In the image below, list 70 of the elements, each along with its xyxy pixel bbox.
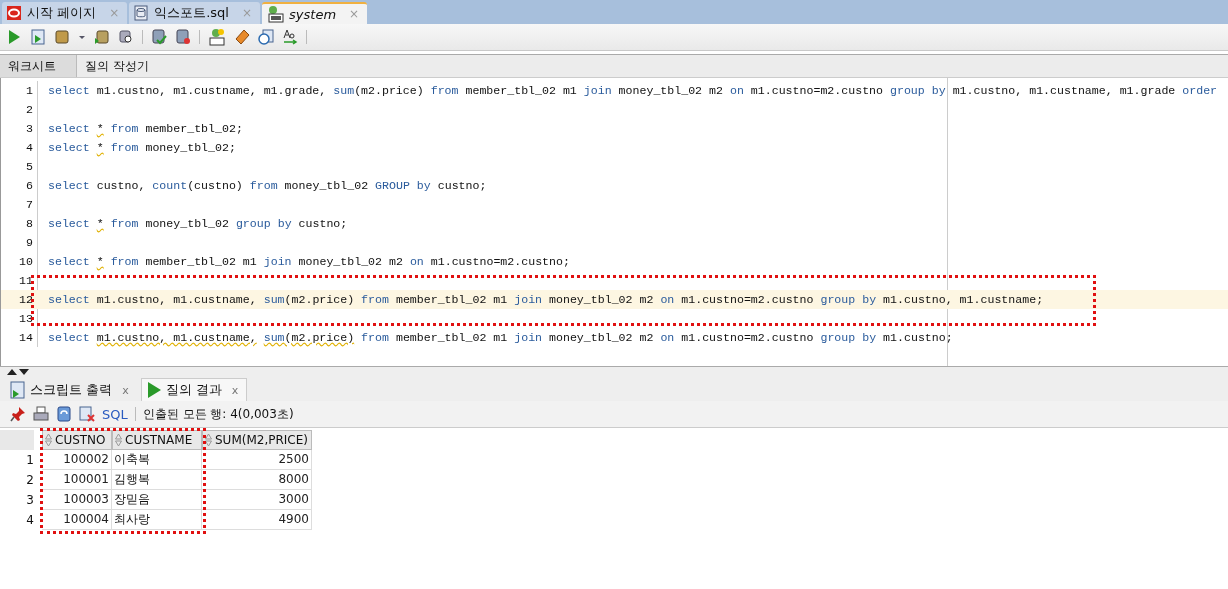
column-header[interactable]: CUSTNAME <box>112 430 202 450</box>
code-line: select * from money_tbl_02; <box>46 141 236 154</box>
table-cell: 100002 <box>42 450 112 470</box>
table-cell: 4900 <box>202 510 312 530</box>
code-line: select * from member_tbl_02; <box>46 122 243 135</box>
file-tab[interactable]: 익스포트.sql × <box>129 2 261 24</box>
row-number: 2 <box>25 472 34 489</box>
sort-icon <box>115 433 122 447</box>
code-line: select m1.custno, m1.custname, m1.grade, sum(m2.price) from member_tbl_02 m1 join money_tbl_02 m2 on m1.custno=m2.custno group by m1.custno, m1.custname, m1.grade order <box>46 84 1218 97</box>
line-number: 2 <box>25 103 33 116</box>
pin-icon[interactable] <box>10 406 26 422</box>
clock-icon[interactable] <box>258 29 274 45</box>
delete-icon[interactable] <box>79 406 95 422</box>
worksheet-tab[interactable]: 질의 작성기 <box>77 55 169 77</box>
column-header[interactable]: CUSTNO <box>42 430 112 450</box>
line-number: 9 <box>25 236 33 249</box>
run-icon <box>145 381 162 399</box>
row-number: 1 <box>25 452 34 469</box>
code-line: select * from money_tbl_02 group by custno; <box>46 217 348 230</box>
fetch-status: 인출된 모든 행: 4(0,003초) <box>142 405 294 423</box>
close-icon[interactable]: x <box>122 383 129 397</box>
font-case-icon[interactable] <box>282 29 298 45</box>
table-cell: 3000 <box>202 490 312 510</box>
table-cell: 100004 <box>42 510 112 530</box>
file-tab[interactable]: system × <box>262 2 368 24</box>
line-number: 14 <box>18 331 33 344</box>
close-icon[interactable]: x <box>231 383 239 397</box>
table-cell: 최사랑 <box>112 510 202 530</box>
line-number: 10 <box>18 255 33 268</box>
table-cell: 장믿음 <box>112 490 202 510</box>
sql-database-icon <box>266 5 285 23</box>
sql-icon[interactable] <box>208 28 226 46</box>
table-cell: 김행복 <box>112 470 202 490</box>
line-number: 6 <box>25 179 33 192</box>
run-script-icon[interactable] <box>30 29 46 45</box>
sort-icon <box>205 433 212 447</box>
row-number: 4 <box>25 512 34 529</box>
result-tab[interactable]: 질의 결과 x <box>140 378 248 401</box>
line-number: 12 <box>18 293 33 306</box>
line-number: 8 <box>25 217 33 230</box>
table-cell: 8000 <box>202 470 312 490</box>
run-icon[interactable] <box>6 29 22 45</box>
script-icon <box>10 381 26 399</box>
printer-icon[interactable] <box>33 406 49 422</box>
code-line: select m1.custno, m1.custname, sum(m2.price) from member_tbl_02 m1 join money_tbl_02 m2 on m1.custno=m2.custno group by m1.custno; <box>46 331 953 344</box>
worksheet-tab[interactable]: 워크시트 <box>0 55 77 77</box>
row-number: 3 <box>25 492 34 509</box>
search-icon[interactable] <box>118 29 134 45</box>
line-number: 3 <box>25 122 33 135</box>
line-number: 11 <box>18 274 33 287</box>
eraser-icon[interactable] <box>234 29 250 45</box>
code-line: select m1.custno, m1.custname, sum(m2.price) from member_tbl_02 m1 join money_tbl_02 m2 on m1.custno=m2.custno group by m1.custno, m1.custname; <box>46 293 1044 306</box>
line-number: 7 <box>25 198 33 211</box>
table-cell: 2500 <box>202 450 312 470</box>
commit-icon[interactable] <box>151 29 167 45</box>
column-header[interactable]: SUM(M2,PRICE) <box>202 430 312 450</box>
code-line: select * from member_tbl_02 m1 join money_tbl_02 m2 on m1.custno=m2.custno; <box>46 255 570 268</box>
splitter-arrows-icon[interactable] <box>6 368 30 376</box>
file-tab[interactable]: 시작 페이지 × <box>2 2 128 24</box>
result-tab[interactable]: 스크립트 출력 x <box>6 379 137 401</box>
line-number: 4 <box>25 141 33 154</box>
table-cell: 100001 <box>42 470 112 490</box>
sql-link[interactable]: SQL <box>102 406 128 422</box>
sort-icon <box>45 433 52 447</box>
code-line: select custno, count(custno) from money_tbl_02 GROUP by custno; <box>46 179 487 192</box>
oracle-icon <box>6 5 22 21</box>
table-cell: 이축복 <box>112 450 202 470</box>
line-number: 5 <box>25 160 33 173</box>
line-number: 1 <box>25 84 33 97</box>
table-cell: 100003 <box>42 490 112 510</box>
